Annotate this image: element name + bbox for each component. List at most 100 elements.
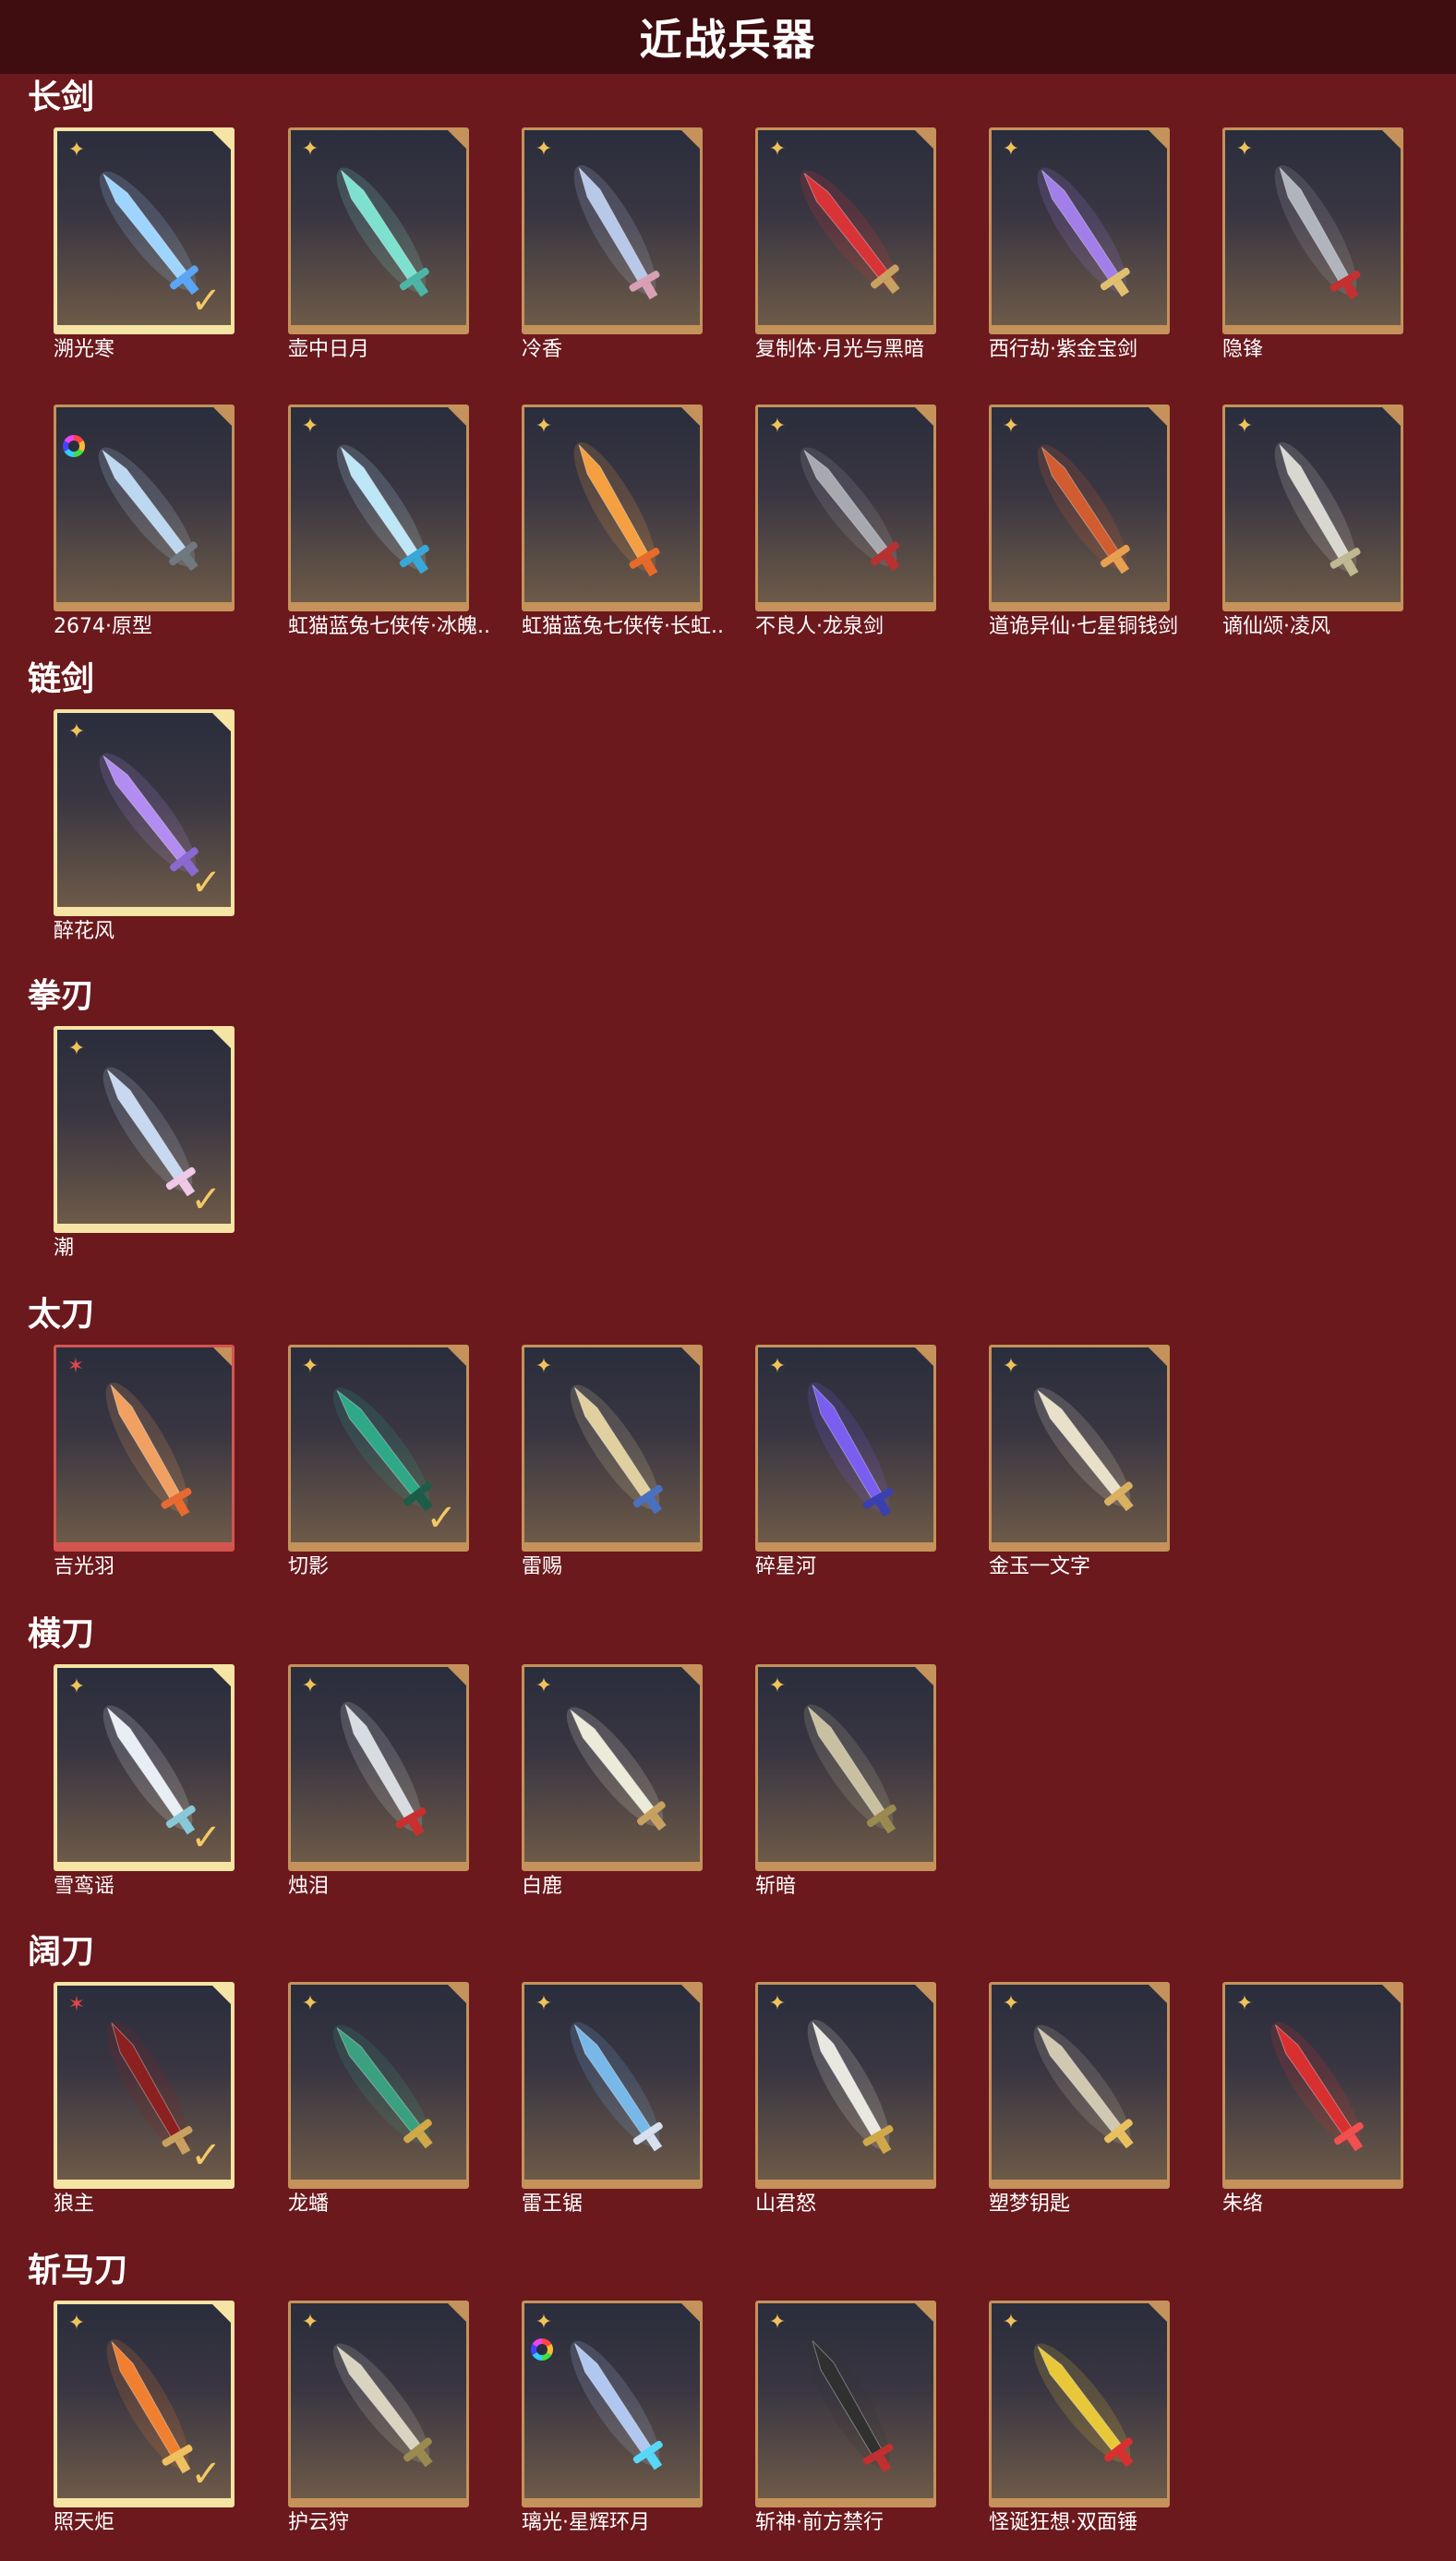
weapon-name: 照天炬 — [54, 2511, 115, 2534]
corner-mark-icon — [1149, 1347, 1167, 1366]
section-title: 太刀 — [28, 1296, 95, 1334]
gold-rarity-badge-icon: ✦ — [535, 415, 553, 438]
weapon-image — [1244, 151, 1388, 309]
weapon-card[interactable]: ✦ — [288, 1982, 469, 2189]
weapon-card[interactable]: ✦ — [522, 1345, 703, 1552]
gold-rarity-badge-icon: ✦ — [1235, 138, 1254, 161]
weapon-card[interactable]: ✦ — [522, 405, 703, 611]
gold-rarity-badge-icon: ✦ — [1002, 138, 1020, 161]
weapon-card[interactable]: ✦ — [522, 1982, 703, 2189]
corner-mark-icon — [915, 130, 933, 149]
weapon-name: 虹猫蓝兔七侠传·长虹.. — [522, 615, 724, 638]
weapon-card[interactable]: ✦ — [989, 405, 1170, 611]
weapon-art — [1274, 441, 1361, 577]
section-title: 拳刃 — [28, 977, 95, 1015]
weapon-card[interactable]: ✦ — [989, 127, 1170, 334]
weapon-card[interactable]: ✦ ✓ — [54, 127, 235, 334]
weapon-card[interactable]: ✦ — [522, 2301, 703, 2507]
corner-mark-icon — [681, 2303, 700, 2322]
gold-rarity-badge-icon: ✦ — [535, 138, 553, 161]
corner-mark-icon — [212, 713, 231, 731]
gold-rarity-badge-icon: ✦ — [67, 2312, 86, 2335]
weapon-art — [800, 447, 900, 572]
gold-rarity-badge-icon: ✦ — [301, 138, 319, 161]
weapon-card[interactable]: ✦ — [1222, 405, 1403, 611]
weapon-card[interactable]: ✦ — [288, 2301, 469, 2507]
corner-mark-icon — [681, 1985, 700, 2003]
corner-mark-icon — [212, 1986, 231, 2004]
gold-rarity-badge-icon: ✦ — [1002, 2311, 1020, 2334]
corner-mark-icon — [448, 407, 466, 426]
weapon-card[interactable] — [54, 405, 235, 611]
weapon-art — [340, 1701, 427, 1837]
weapon-card[interactable]: ✶ ✓ — [54, 1982, 235, 2189]
weapon-card[interactable]: ✦ — [288, 405, 469, 611]
corner-mark-icon — [915, 1667, 933, 1685]
weapon-name: 西行劫·紫金宝剑 — [989, 338, 1137, 361]
weapon-image — [309, 151, 453, 309]
weapon-name: 溯光寒 — [54, 338, 115, 361]
weapon-card[interactable]: ✦ ✓ — [54, 1026, 235, 1233]
weapon-name: 醉花风 — [54, 920, 115, 943]
weapon-card[interactable]: ✦ — [522, 1664, 703, 1871]
weapon-art — [332, 2024, 433, 2149]
gold-rarity-badge-icon: ✦ — [768, 415, 787, 438]
equipped-check-icon: ✓ — [190, 1817, 222, 1859]
weapon-card[interactable]: ✦ — [1222, 127, 1403, 334]
weapon-card[interactable]: ✶ — [54, 1345, 235, 1552]
corner-mark-icon — [212, 1030, 231, 1048]
weapon-name: 山君怒 — [755, 2193, 817, 2216]
corner-mark-icon — [448, 130, 466, 149]
weapon-card[interactable]: ✦ ✓ — [54, 1664, 235, 1871]
weapon-image — [1010, 2005, 1154, 2164]
weapon-card[interactable]: ✦ — [755, 1345, 936, 1552]
weapon-name: 隐锋 — [1222, 338, 1264, 361]
weapon-card[interactable]: ✦ — [755, 127, 936, 334]
gold-rarity-badge-icon: ✦ — [301, 2311, 319, 2334]
weapon-card[interactable]: ✦ — [755, 1982, 936, 2189]
weapon-name: 冷香 — [522, 338, 563, 361]
weapon-art — [807, 2019, 894, 2155]
weapon-image — [543, 428, 687, 586]
weapon-card[interactable]: ✦ — [989, 1345, 1170, 1552]
gold-rarity-badge-icon: ✦ — [768, 1674, 787, 1697]
weapon-image — [1244, 428, 1388, 586]
weapon-card[interactable]: ✦ — [989, 1982, 1170, 2189]
weapon-card[interactable]: ✦ — [1222, 1982, 1403, 2189]
weapon-art — [332, 2343, 433, 2468]
gold-rarity-badge-icon: ✦ — [1235, 415, 1254, 438]
weapon-image — [776, 428, 921, 586]
weapon-name: 雷赐 — [522, 1555, 563, 1578]
weapon-card[interactable]: ✦ — [522, 127, 703, 334]
weapon-name: 2674·原型 — [54, 615, 152, 638]
weapon-card[interactable]: ✦ ✓ — [54, 2301, 235, 2507]
weapon-art — [570, 2340, 663, 2470]
equipped-check-icon: ✓ — [190, 862, 222, 904]
corner-mark-icon — [681, 407, 700, 426]
weapon-name: 复制体·月光与黑暗 — [755, 338, 924, 361]
color-wheel-badge-icon — [63, 435, 85, 457]
weapon-image — [543, 2324, 687, 2482]
weapon-art — [336, 444, 429, 574]
weapon-image — [776, 2324, 921, 2482]
weapon-card[interactable]: ✦ — [755, 2301, 936, 2507]
corner-mark-icon — [1382, 130, 1401, 149]
weapon-card[interactable]: ✦ — [755, 1664, 936, 1871]
weapon-art — [570, 1384, 663, 1515]
weapon-name: 虹猫蓝兔七侠传·冰魄.. — [288, 615, 490, 638]
gold-rarity-badge-icon: ✦ — [768, 2311, 787, 2334]
weapon-card[interactable]: ✦ ✓ — [54, 709, 235, 916]
weapon-name: 护云狩 — [288, 2511, 350, 2534]
weapon-art — [1274, 164, 1361, 300]
gold-rarity-badge-icon: ✦ — [1002, 1992, 1020, 2015]
weapon-card[interactable]: ✦ ✓ — [288, 1345, 469, 1552]
weapon-image — [75, 428, 219, 586]
weapon-card[interactable]: ✦ — [989, 2301, 1170, 2507]
weapon-image — [1010, 1368, 1154, 1527]
corner-mark-icon — [915, 407, 933, 426]
weapon-card[interactable]: ✦ — [755, 405, 936, 611]
weapon-card[interactable]: ✦ — [288, 1664, 469, 1871]
weapon-card[interactable]: ✦ — [288, 127, 469, 334]
gold-rarity-badge-icon: ✦ — [535, 1355, 553, 1378]
weapon-art — [105, 1382, 192, 1517]
